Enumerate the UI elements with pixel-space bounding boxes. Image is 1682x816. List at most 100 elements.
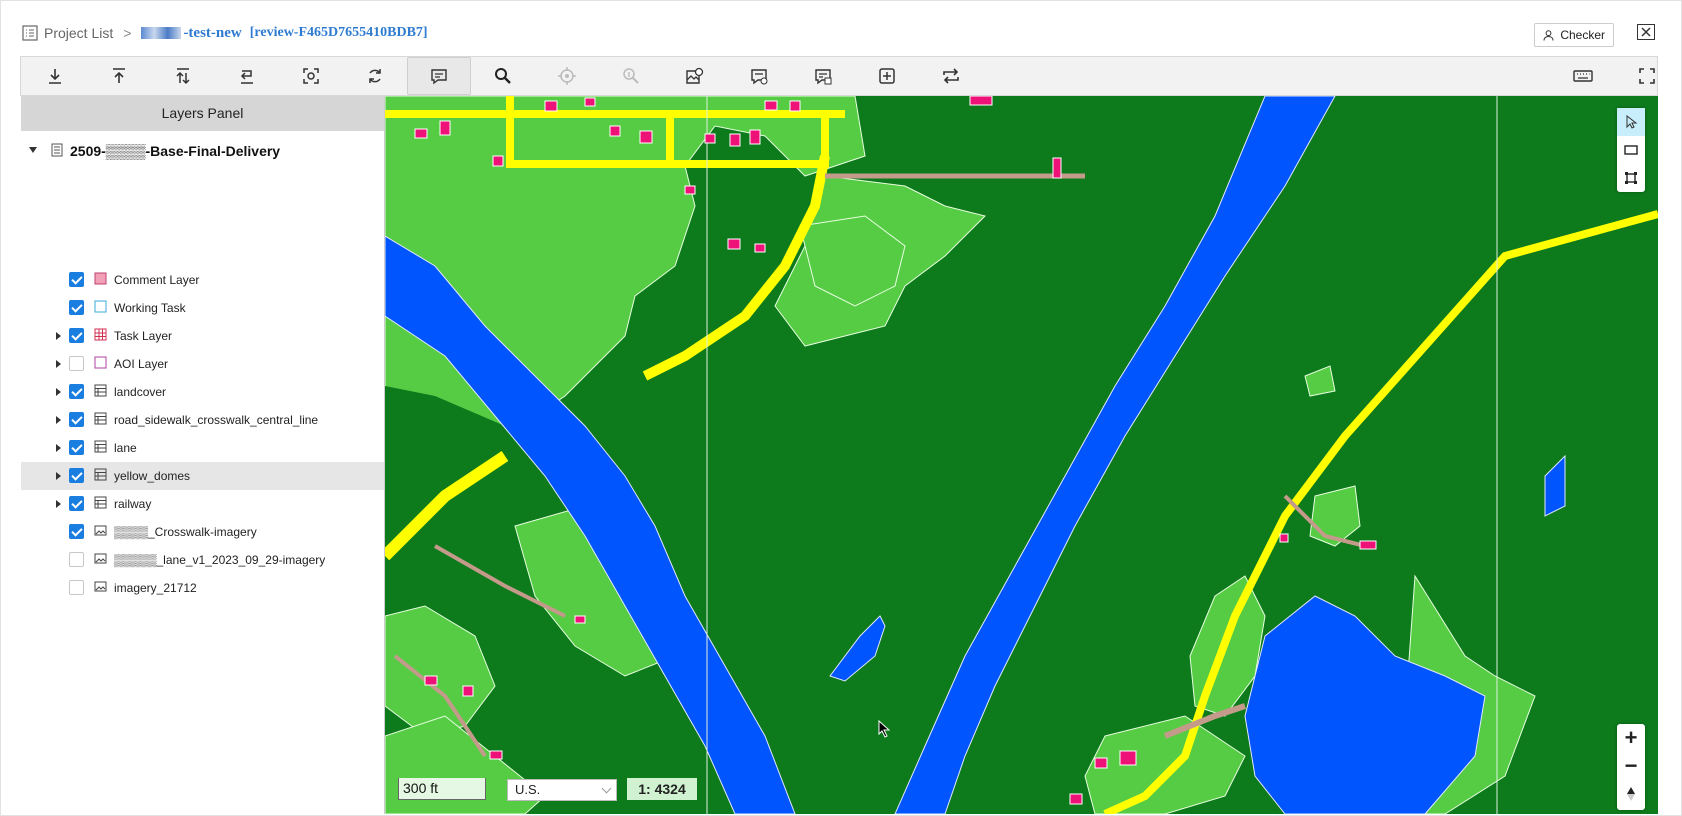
image-icon [94, 525, 107, 536]
layer-checkbox[interactable] [69, 496, 84, 511]
table-icon [94, 496, 107, 509]
refresh-button[interactable] [355, 57, 395, 95]
capture-button[interactable] [291, 57, 331, 95]
layer-checkbox[interactable] [69, 468, 84, 483]
expand-caret-icon[interactable] [56, 500, 61, 508]
north-arrow-button[interactable] [1617, 780, 1645, 808]
keyboard-icon [1573, 70, 1593, 82]
layer-row-aoi[interactable]: AOI Layer [21, 350, 384, 378]
return-button[interactable] [227, 57, 267, 95]
square-outline-icon [94, 300, 107, 313]
swap-icon [943, 68, 959, 84]
image-icon [94, 553, 107, 564]
grid-icon [94, 328, 107, 341]
layer-label: imagery_21712 [114, 581, 197, 595]
project-name: -test-new [183, 24, 242, 41]
add-box-button[interactable] [867, 57, 907, 95]
download-icon [49, 69, 61, 84]
layer-group-root[interactable]: 2509-▒▒▒▒-Base-Final-Delivery [21, 138, 384, 164]
review-id: [review-F465D7655410BDB7] [249, 25, 428, 40]
table-icon [94, 412, 107, 425]
fullscreen-button[interactable] [1627, 57, 1667, 95]
expand-caret-icon[interactable] [56, 360, 61, 368]
layer-row-working-task[interactable]: Working Task [21, 294, 384, 322]
layer-label: yellow_domes [114, 469, 191, 483]
layer-row-crosswalk-imagery[interactable]: ▒▒▒▒_Crosswalk-imagery [21, 518, 384, 546]
layer-label: landcover [114, 385, 167, 399]
sort-button[interactable] [163, 57, 203, 95]
map-selection-tools [1617, 108, 1645, 192]
layer-row-imagery-21712[interactable]: imagery_21712 [21, 574, 384, 602]
comment-list-button[interactable] [739, 57, 779, 95]
expand-caret-icon[interactable] [56, 416, 61, 424]
search-icon [495, 68, 511, 84]
comment-edit-icon [815, 69, 832, 85]
layer-checkbox[interactable] [69, 440, 84, 455]
layer-label: ▒▒▒▒▒_lane_v1_2023_09_29-imagery [114, 553, 326, 567]
layer-row-comment[interactable]: Comment Layer [21, 266, 384, 294]
map-layers [385, 96, 1658, 814]
scale-bar: 300 ft [398, 778, 486, 800]
layer-group-label: 2509-▒▒▒▒-Base-Final-Delivery [70, 143, 281, 159]
zoom-out-button[interactable]: − [1617, 752, 1645, 780]
polygon-tool-button[interactable] [1617, 164, 1645, 192]
layer-row-yellow-domes[interactable]: yellow_domes [21, 462, 384, 490]
breadcrumb: Project List > -test-new [review-F465D76… [22, 20, 1662, 46]
download-button[interactable] [35, 57, 75, 95]
layer-checkbox[interactable] [69, 356, 84, 371]
rectangle-tool-button[interactable] [1617, 136, 1645, 164]
layer-label: Working Task [114, 301, 186, 315]
comment-edit-button[interactable] [803, 57, 843, 95]
upload-button[interactable] [99, 57, 139, 95]
table-icon [94, 440, 107, 453]
pointer-icon [1626, 115, 1638, 129]
units-value: U.S. [515, 782, 541, 797]
swap-button[interactable] [931, 57, 971, 95]
layer-checkbox[interactable] [69, 328, 84, 343]
checker-button[interactable]: Checker [1534, 23, 1614, 47]
layer-label: lane [114, 441, 137, 455]
locate-button[interactable] [547, 57, 587, 95]
info-icon [623, 68, 639, 84]
chevron-down-icon [601, 783, 612, 794]
layer-checkbox[interactable] [69, 524, 84, 539]
return-icon [240, 70, 253, 84]
layer-row-landcover[interactable]: landcover [21, 378, 384, 406]
layer-checkbox[interactable] [69, 384, 84, 399]
layer-checkbox[interactable] [69, 300, 84, 315]
expand-caret-icon[interactable] [56, 444, 61, 452]
keyboard-button[interactable] [1563, 57, 1603, 95]
project-list-link[interactable]: Project List [44, 25, 113, 41]
layer-checkbox[interactable] [69, 580, 84, 595]
units-select[interactable]: U.S. [507, 779, 617, 801]
fullscreen-icon [1639, 68, 1655, 84]
comment-icon [431, 69, 447, 85]
expand-caret-icon[interactable] [56, 332, 61, 340]
search-button[interactable] [483, 57, 523, 95]
expand-caret-icon[interactable] [56, 472, 61, 480]
map-canvas[interactable] [385, 96, 1658, 814]
user-icon [1543, 29, 1554, 41]
locate-icon [558, 67, 576, 85]
collapse-caret-icon[interactable] [29, 147, 37, 153]
layer-row-road[interactable]: road_sidewalk_crosswalk_central_line [21, 406, 384, 434]
info-button[interactable] [611, 57, 651, 95]
layer-row-task[interactable]: Task Layer [21, 322, 384, 350]
table-icon [94, 468, 107, 481]
capture-icon [303, 68, 319, 84]
layer-row-railway[interactable]: railway [21, 490, 384, 518]
rectangle-icon [1624, 145, 1638, 155]
comment-button[interactable] [407, 57, 471, 95]
image-icon [94, 581, 107, 592]
layer-checkbox[interactable] [69, 272, 84, 287]
layer-checkbox[interactable] [69, 412, 84, 427]
layer-row-lane[interactable]: lane [21, 434, 384, 462]
map-photo-button[interactable] [675, 57, 715, 95]
expand-caret-icon[interactable] [56, 388, 61, 396]
close-button[interactable] [1637, 24, 1655, 40]
layer-row-lane-imagery[interactable]: ▒▒▒▒▒_lane_v1_2023_09_29-imagery [21, 546, 384, 574]
layer-checkbox[interactable] [69, 552, 84, 567]
zoom-in-button[interactable]: + [1617, 724, 1645, 752]
select-tool-button[interactable] [1617, 108, 1645, 136]
upload-icon [113, 68, 125, 83]
